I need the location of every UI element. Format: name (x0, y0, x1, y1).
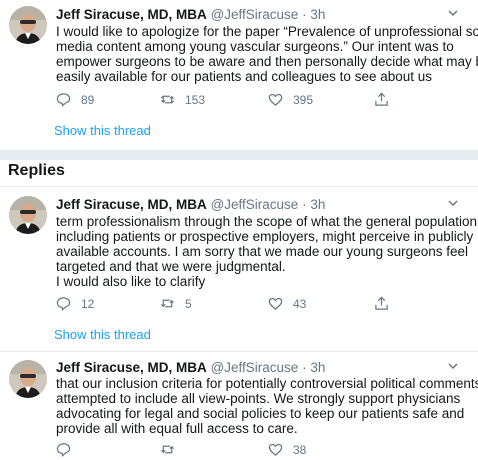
like-count: 395 (293, 92, 314, 107)
avatar[interactable] (9, 360, 47, 398)
tweet[interactable]: Jeff Siracuse, MD, MBA @JeffSiracuse · 3… (0, 0, 478, 150)
author-handle[interactable]: @JeffSiracuse (211, 197, 299, 212)
tweet-header: Jeff Siracuse, MD, MBA @JeffSiracuse · 3… (56, 197, 325, 212)
tweet-text-line: available accounts. I am sorry that we m… (56, 244, 468, 259)
tweet-text-line: including patients or prospective employ… (56, 229, 474, 244)
show-thread-link[interactable]: Show this thread (54, 123, 151, 138)
tweet-text: that our inclusion criteria for potentia… (56, 376, 478, 436)
replies-heading: Replies (8, 162, 65, 179)
tweet-text-line: I would like to apologize for the paper … (56, 24, 478, 39)
like-button[interactable]: 395 (268, 92, 313, 107)
timestamp[interactable]: 3h (310, 360, 325, 375)
retweet-icon (160, 95, 175, 104)
share-icon (375, 296, 388, 310)
share-button[interactable] (374, 296, 399, 311)
tweet-text-line: provide all with equal full access to ca… (56, 421, 298, 436)
retweet-button[interactable]: 153 (160, 92, 205, 107)
share-button[interactable] (374, 92, 399, 107)
tweet-actions: 12 5 43 (56, 296, 396, 314)
heart-icon (268, 297, 283, 310)
chevron-down-icon[interactable] (446, 359, 460, 373)
heart-icon (268, 93, 283, 106)
tweet-text-line: attempted to include all view-points. We… (56, 391, 461, 406)
timestamp[interactable]: 3h (310, 7, 325, 22)
reply-count: 89 (81, 92, 95, 107)
tweet-text: term professionalism through the scope o… (56, 214, 478, 289)
like-button[interactable]: 43 (268, 296, 306, 311)
separator-dot: · (302, 7, 307, 22)
chevron-down-icon[interactable] (446, 196, 460, 210)
reply-count: 12 (81, 296, 95, 311)
tweet-text-line: I would also like to clarify (56, 274, 206, 289)
author-name[interactable]: Jeff Siracuse, MD, MBA (56, 7, 207, 22)
retweet-button[interactable]: 5 (160, 296, 192, 311)
retweet-count: 153 (185, 92, 206, 107)
tweet-actions: 89 153 395 (56, 92, 396, 110)
author-name[interactable]: Jeff Siracuse, MD, MBA (56, 197, 207, 212)
author-handle[interactable]: @JeffSiracuse (211, 360, 299, 375)
avatar[interactable] (9, 196, 47, 234)
tweet-header: Jeff Siracuse, MD, MBA @JeffSiracuse · 3… (56, 360, 325, 375)
reply-icon (56, 297, 71, 311)
tweet-text-line: targeted and that we were judgmental. (56, 259, 286, 274)
tweet-text-line: term professionalism through the scope o… (56, 214, 478, 229)
divider (0, 351, 478, 352)
tweet[interactable]: Jeff Siracuse, MD, MBA @JeffSiracuse · 3… (0, 190, 478, 350)
tweet-text-line: easily available for our patients and co… (56, 69, 432, 84)
tweet[interactable]: Jeff Siracuse, MD, MBA @JeffSiracuse · 3… (0, 354, 478, 457)
divider (0, 186, 478, 187)
like-count: 43 (293, 296, 307, 311)
avatar[interactable] (9, 6, 47, 44)
author-name[interactable]: Jeff Siracuse, MD, MBA (56, 360, 207, 375)
tweet-header: Jeff Siracuse, MD, MBA @JeffSiracuse · 3… (56, 7, 325, 22)
reply-icon (56, 93, 71, 107)
chevron-down-icon[interactable] (446, 6, 460, 20)
tweet-text-line: that our inclusion criteria for potentia… (56, 376, 478, 391)
author-handle[interactable]: @JeffSiracuse (211, 7, 299, 22)
show-thread-link[interactable]: Show this thread (54, 327, 151, 342)
tweet-text-line: media content among young vascular surge… (56, 39, 454, 54)
separator-dot: · (302, 360, 307, 375)
section-separator (0, 150, 478, 160)
retweet-count: 5 (185, 296, 192, 311)
reply-button[interactable]: 89 (56, 92, 94, 107)
tweet-text: I would like to apologize for the paper … (56, 24, 478, 84)
separator-dot: · (302, 197, 307, 212)
reply-button[interactable]: 12 (56, 296, 94, 311)
retweet-icon (160, 299, 175, 308)
tweet-text-line: advocating for legal and social policies… (56, 406, 465, 421)
timestamp[interactable]: 3h (310, 197, 325, 212)
tweet-actions: 38 (56, 442, 396, 460)
tweet-text-line: empower surgeons to be aware and then pe… (56, 54, 478, 69)
share-icon (375, 92, 388, 106)
